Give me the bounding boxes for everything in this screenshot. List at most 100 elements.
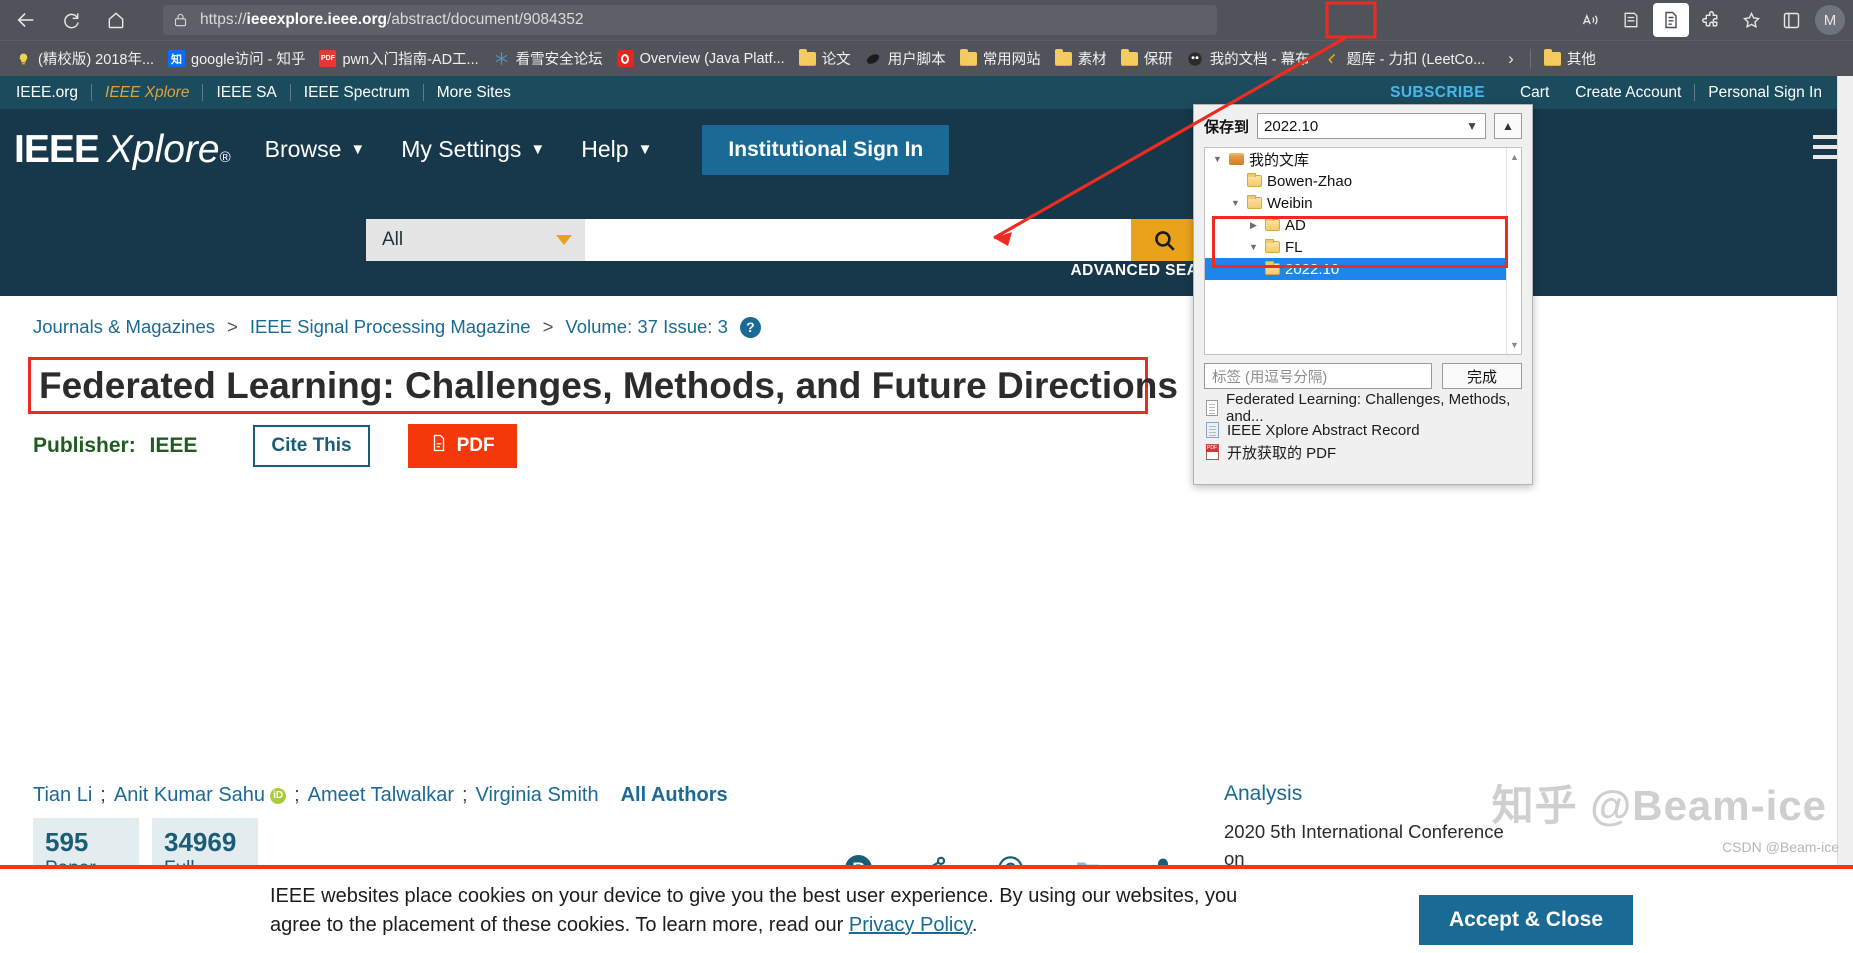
home-button[interactable]	[97, 4, 135, 36]
personal-sign-in-link[interactable]: Personal Sign In	[1695, 84, 1835, 102]
nav-link-ieee-xplore[interactable]: IEEE Xplore	[92, 84, 202, 102]
nav-link-more-sites[interactable]: More Sites	[424, 84, 524, 102]
author-separator: ;	[100, 784, 106, 806]
subscribe-link[interactable]: SUBSCRIBE	[1390, 84, 1507, 102]
folder-icon	[1543, 48, 1561, 67]
orcid-icon[interactable]: iD	[270, 787, 287, 804]
tree-row-ad[interactable]: ▶ AD	[1205, 214, 1521, 236]
nav-link-ieee-sa[interactable]: IEEE SA	[203, 84, 289, 102]
zotero-connector-icon[interactable]	[1653, 3, 1689, 37]
search-button[interactable]	[1131, 219, 1196, 261]
bookmark-item[interactable]: 素材	[1048, 45, 1114, 72]
search-form: All	[366, 219, 1196, 261]
favorites-icon[interactable]	[1733, 3, 1769, 37]
page-title: Federated Learning: Challenges, Methods,…	[39, 364, 1178, 406]
pdf-button[interactable]: PDF	[407, 424, 517, 468]
extensions-icon[interactable]	[1693, 3, 1729, 37]
scroll-down-icon[interactable]: ▼	[1507, 338, 1521, 352]
ieee-xplore-logo[interactable]: IEEE Xplore ®	[14, 128, 231, 172]
collapse-button[interactable]: ▲	[1494, 113, 1522, 139]
tree-row-fl[interactable]: ▼ FL	[1205, 236, 1521, 258]
bookmark-other-folder[interactable]: 其他	[1537, 45, 1603, 72]
bookmark-label: google访问 - 知乎	[191, 52, 306, 68]
read-aloud-icon[interactable]	[1573, 3, 1609, 37]
nav-browse[interactable]: Browse ▼	[265, 136, 366, 163]
author-link[interactable]: Anit Kumar Sahu	[114, 784, 265, 807]
search-band: All ADVANCED SEARCH	[0, 190, 1853, 296]
back-button[interactable]	[7, 4, 45, 36]
bookmark-label: (精校版) 2018年...	[38, 52, 155, 68]
tree-row-label: Bowen-Zhao	[1267, 172, 1353, 190]
bookmark-item[interactable]: 题库 - 力扣 (LeetCo...	[1317, 45, 1493, 72]
zotero-save-panel: 保存到 2022.10 ▼ ▲ ▼ 我的文库 Bowen-Zhao ▼ Weib…	[1193, 104, 1533, 485]
tree-row-label: FL	[1285, 238, 1303, 256]
profile-avatar[interactable]: M	[1815, 5, 1845, 35]
bookmark-item[interactable]: (精校版) 2018年...	[8, 45, 161, 72]
tree-row-2022-10[interactable]: 2022.10	[1205, 258, 1521, 280]
twisty-icon[interactable]: ▼	[1211, 154, 1224, 164]
author-link[interactable]: Tian Li	[33, 784, 92, 807]
nav-help[interactable]: Help ▼	[581, 136, 652, 163]
tampermonkey-icon	[865, 50, 882, 67]
cart-link[interactable]: Cart	[1507, 84, 1562, 102]
author-link[interactable]: Virginia Smith	[476, 784, 599, 807]
breadcrumb-magazine[interactable]: IEEE Signal Processing Magazine	[250, 316, 531, 338]
twisty-icon[interactable]: ▶	[1247, 220, 1260, 231]
nav-link-ieee-org[interactable]: IEEE.org	[16, 84, 91, 102]
twisty-icon[interactable]: ▼	[1247, 242, 1260, 252]
bookmark-item[interactable]: 用户脚本	[858, 45, 953, 72]
tree-row-weibin[interactable]: ▼ Weibin	[1205, 192, 1521, 214]
bookmark-item[interactable]: Overview (Java Platf...	[610, 47, 792, 70]
bookmark-item[interactable]: PDF pwn入门指南-AD工...	[312, 45, 485, 72]
tag-input[interactable]: 标签 (用逗号分隔)	[1204, 363, 1432, 389]
ieee-top-navbar: IEEE.org IEEE Xplore IEEE SA IEEE Spectr…	[0, 76, 1853, 109]
collections-panel-icon[interactable]	[1773, 3, 1809, 37]
search-input[interactable]	[585, 219, 1131, 261]
tree-row-bowen-zhao[interactable]: Bowen-Zhao	[1205, 170, 1521, 192]
help-icon[interactable]: ?	[739, 316, 761, 338]
done-button[interactable]: 完成	[1442, 363, 1522, 389]
main-nav: Browse ▼ My Settings ▼ Help ▼	[265, 136, 653, 163]
saved-item-row[interactable]: 开放获取的 PDF	[1206, 441, 1522, 463]
breadcrumb-separator: >	[542, 316, 554, 337]
bookmark-item[interactable]: 我的文档 - 幕布	[1180, 45, 1317, 72]
bookmark-item[interactable]: 知 google访问 - 知乎	[161, 45, 312, 72]
address-bar[interactable]: https://ieeexplore.ieee.org/abstract/doc…	[163, 5, 1217, 35]
bookmarks-overflow-button[interactable]: ›	[1498, 49, 1524, 69]
site-masthead: IEEE Xplore ® Browse ▼ My Settings ▼ Hel…	[0, 109, 1853, 190]
scroll-up-icon[interactable]: ▲	[1507, 150, 1521, 164]
folder-icon	[798, 48, 816, 67]
privacy-policy-link[interactable]: Privacy Policy	[849, 914, 972, 936]
bookmark-item[interactable]: 保研	[1114, 45, 1180, 72]
nav-link-ieee-spectrum[interactable]: IEEE Spectrum	[291, 84, 423, 102]
collections-icon[interactable]	[1613, 3, 1649, 37]
breadcrumb-volume[interactable]: Volume: 37 Issue: 3	[565, 316, 728, 338]
document-icon	[1206, 400, 1218, 416]
tree-scrollbar[interactable]: ▲ ▼	[1506, 148, 1521, 354]
menu-icon[interactable]	[1813, 135, 1839, 159]
reload-button[interactable]	[52, 4, 90, 36]
all-authors-link[interactable]: All Authors	[621, 784, 728, 807]
create-account-link[interactable]: Create Account	[1562, 84, 1694, 102]
tree-row-my-library[interactable]: ▼ 我的文库	[1205, 148, 1521, 170]
breadcrumb-journals[interactable]: Journals & Magazines	[33, 316, 215, 338]
page-scrollbar[interactable]	[1837, 76, 1853, 953]
related-article-link[interactable]: Analysis	[1224, 778, 1514, 810]
collection-select[interactable]: 2022.10 ▼	[1257, 113, 1486, 139]
saved-item-row[interactable]: Federated Learning: Challenges, Methods,…	[1206, 391, 1522, 425]
bookmark-item[interactable]: 论文	[792, 45, 858, 72]
bookmark-item[interactable]: 常用网站	[953, 45, 1048, 72]
bookmark-item[interactable]: 看雪安全论坛	[486, 45, 610, 72]
collection-tree[interactable]: ▼ 我的文库 Bowen-Zhao ▼ Weibin ▶ AD ▼ FL 202…	[1204, 147, 1522, 355]
author-link[interactable]: Ameet Talwalkar	[308, 784, 454, 807]
search-scope-value: All	[382, 229, 404, 250]
bookmark-label: 其他	[1566, 52, 1596, 68]
nav-my-settings[interactable]: My Settings ▼	[401, 136, 545, 163]
accept-and-close-button[interactable]: Accept & Close	[1418, 895, 1633, 945]
metric-value: 595	[45, 827, 89, 857]
twisty-icon[interactable]: ▼	[1229, 198, 1242, 208]
institutional-sign-in-button[interactable]: Institutional Sign In	[702, 124, 950, 175]
search-scope-select[interactable]: All	[366, 219, 585, 261]
tag-input-placeholder: 标签 (用逗号分隔)	[1212, 369, 1328, 386]
cite-this-button[interactable]: Cite This	[253, 425, 370, 467]
